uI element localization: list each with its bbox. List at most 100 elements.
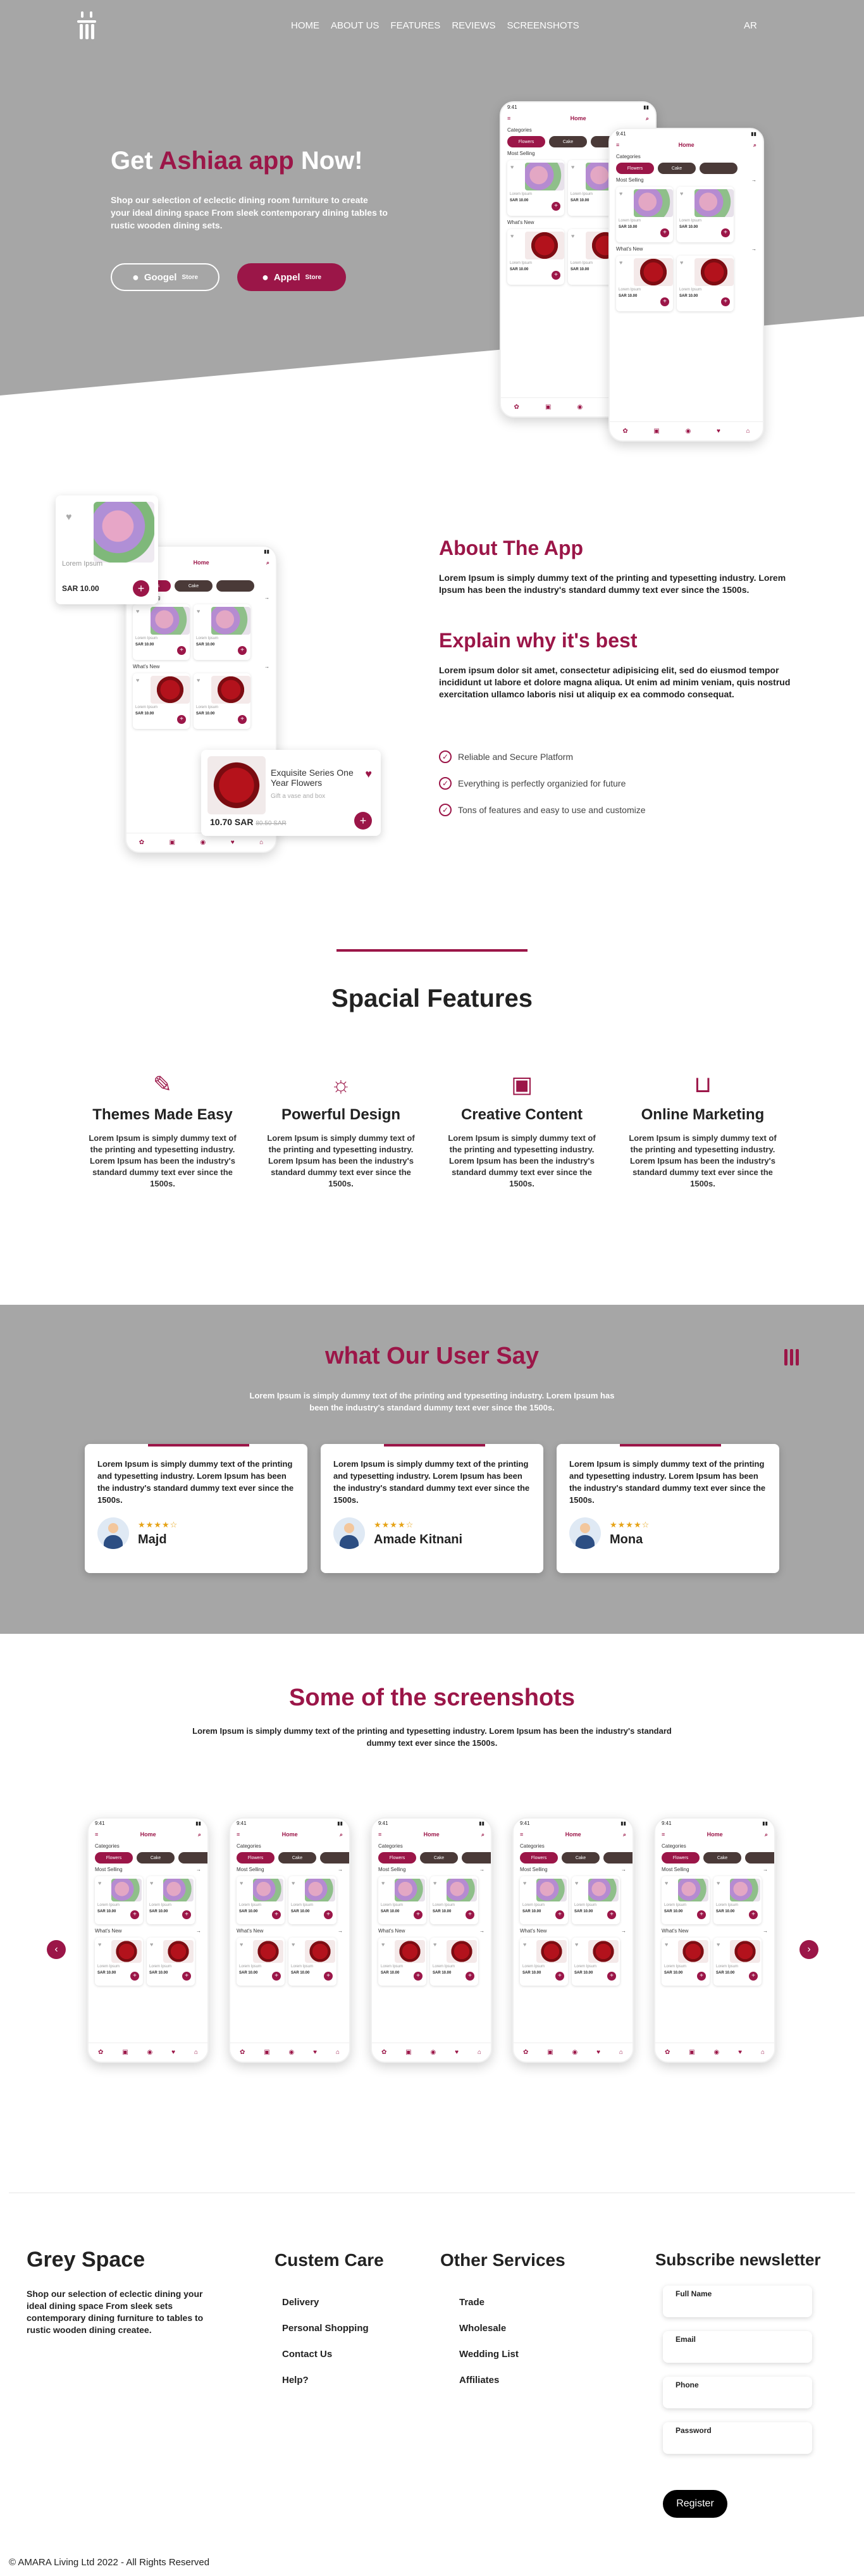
register-button[interactable]: Register	[663, 2490, 727, 2518]
add-icon: +	[552, 271, 560, 280]
card-title: Lorem Ipsum	[239, 1965, 262, 1969]
nav-features[interactable]: FEATURES	[390, 20, 440, 31]
link-wholesale[interactable]: Wholesale	[459, 2315, 519, 2341]
nav-reviews[interactable]: REVIEWS	[452, 20, 495, 31]
phone-most-selling: Most Selling	[662, 1867, 689, 1872]
field-label: Password	[676, 2426, 712, 2435]
add-icon: +	[697, 1972, 706, 1981]
language-toggle[interactable]: AR	[744, 20, 757, 31]
heart-icon: ♥	[571, 233, 575, 239]
phone-categories: Categories	[237, 1843, 261, 1849]
search-icon: ⌕	[197, 1831, 201, 1838]
email-field[interactable]: Email	[663, 2331, 812, 2363]
features-title: Spacial Features	[331, 985, 533, 1012]
phone-whats-new: What's New	[616, 246, 643, 252]
link-trade[interactable]: Trade	[459, 2289, 519, 2315]
add-icon[interactable]: +	[133, 580, 149, 597]
add-icon: +	[555, 1972, 564, 1981]
phone-header: Home	[423, 1831, 440, 1838]
heart-icon: ♥	[197, 677, 201, 683]
phone-most-selling: Most Selling	[507, 151, 535, 156]
add-icon: +	[721, 297, 730, 306]
nav-home[interactable]: HOME	[291, 20, 319, 31]
heart-icon: ♥	[575, 1941, 579, 1948]
avatar	[333, 1517, 365, 1549]
heart-icon: ♥	[98, 1880, 102, 1886]
feature-item: ✎ Themes Made Easy Lorem Ipsum is simply…	[83, 1069, 242, 1190]
pill-flowers: Flowers	[520, 1852, 558, 1864]
testimonials-subtitle: Lorem Ipsum is simply dummy text of the …	[249, 1391, 615, 1412]
search-icon: ⌕	[481, 1831, 484, 1838]
phone-whats-new: What's New	[507, 220, 534, 225]
link-affiliates[interactable]: Affiliates	[459, 2367, 519, 2393]
apple-store-button[interactable]: ● Appel Store	[237, 263, 346, 291]
link-personal-shopping[interactable]: Personal Shopping	[282, 2315, 369, 2341]
screenshot-phone: 9:41 ▮▮ ≡ Home ⌕ Categories Flowers Cake Mos…	[229, 1817, 350, 2063]
card-title: Lorem Ipsum	[664, 1903, 687, 1907]
product-card: ♥Lorem IpsumSAR 10.00+	[713, 1938, 762, 1986]
screenshot-phone: 9:41 ▮▮ ≡ Home ⌕ Categories Flowers Cake Mos…	[371, 1817, 492, 2063]
product-card: ♥Lorem IpsumSAR 10.00+	[662, 1938, 710, 1986]
nav-screenshots[interactable]: SCREENSHOTS	[507, 20, 579, 31]
full-name-field[interactable]: Full Name	[663, 2286, 812, 2317]
avatar	[97, 1517, 129, 1549]
detail-card-old-price: 80.50 SAR	[256, 820, 287, 827]
phone-time: 9:41	[616, 131, 626, 137]
heart-icon: ♥	[665, 1880, 669, 1886]
feature-title: Powerful Design	[281, 1106, 401, 1123]
heart-icon: ♥	[136, 677, 140, 683]
product-card: ♥Lorem IpsumSAR 10.00+	[288, 1876, 336, 1924]
link-contact-us[interactable]: Contact Us	[282, 2341, 369, 2367]
heart-icon: ♥	[98, 1941, 102, 1948]
add-icon: +	[182, 1910, 191, 1919]
frame-icon: ▣	[510, 1071, 533, 1097]
screenshot-phone: 9:41 ▮▮ ≡ Home ⌕ Categories Flowers Cake Mos…	[654, 1817, 775, 2063]
heart-icon: ♥	[680, 190, 684, 197]
product-card: ♥Lorem IpsumSAR 10.00+	[713, 1876, 762, 1924]
password-field[interactable]: Password	[663, 2422, 812, 2454]
heart-icon: ♥	[665, 1941, 669, 1948]
feature-item: ☼ Powerful Design Lorem Ipsum is simply …	[262, 1069, 420, 1190]
link-help[interactable]: Help?	[282, 2367, 369, 2393]
add-icon: +	[414, 1972, 423, 1981]
logo-icon[interactable]	[77, 11, 96, 40]
pill-cake: Cake	[137, 1852, 175, 1864]
carousel-next-button[interactable]: ›	[799, 1940, 818, 1959]
home-tab-icon: ✿	[522, 2049, 529, 2056]
apple-icon: ●	[261, 270, 269, 283]
phone-categories: Categories	[95, 1843, 120, 1849]
product-card: ♥Lorem IpsumSAR 10.00+	[378, 1876, 426, 1924]
hero-title-pre: Get	[111, 147, 159, 175]
heart-icon: ♥	[717, 1880, 720, 1886]
product-card: ♥Lorem IpsumSAR 10.00+	[95, 1876, 143, 1924]
product-card: ♥Lorem IpsumSAR 10.00+	[147, 1938, 195, 1986]
google-store-button[interactable]: ● Googel Store	[111, 263, 219, 291]
add-icon[interactable]: +	[354, 812, 372, 830]
add-icon: +	[324, 1972, 333, 1981]
product-card: ♥Lorem IpsumSAR 10.00+	[616, 187, 673, 242]
card-title: Lorem Ipsum	[522, 1965, 545, 1969]
product-card: ♥Lorem IpsumSAR 10.00+	[430, 1876, 478, 1924]
product-card: ♥Lorem IpsumSAR 10.00+	[507, 160, 564, 216]
phone-field[interactable]: Phone	[663, 2377, 812, 2408]
product-card: ♥Lorem IpsumSAR 10.00+	[237, 1938, 285, 1986]
link-delivery[interactable]: Delivery	[282, 2289, 369, 2315]
check-icon: ✓	[439, 777, 452, 790]
footer-description: Shop our selection of eclectic dining yo…	[27, 2289, 204, 2335]
field-label: Phone	[676, 2380, 699, 2389]
link-wedding-list[interactable]: Wedding List	[459, 2341, 519, 2367]
heart-icon: ♥	[433, 1880, 437, 1886]
heart-icon[interactable]: ♥	[365, 768, 372, 781]
heart-icon: ♥	[575, 1880, 579, 1886]
card-title: Lorem Ipsum	[97, 1903, 120, 1907]
card-title: Lorem Ipsum	[149, 1903, 172, 1907]
detail-card-subtitle: Gift a vase and box	[271, 793, 326, 800]
product-card: ♥Lorem IpsumSAR 10.00+	[133, 604, 190, 660]
feature-title: Themes Made Easy	[92, 1106, 233, 1123]
feature-text: Lorem Ipsum is simply dummy text of the …	[629, 1133, 777, 1188]
nav-about[interactable]: ABOUT US	[331, 20, 379, 31]
carousel-prev-button[interactable]: ‹	[47, 1940, 66, 1959]
feature-item: ▣ Creative Content Lorem Ipsum is simply…	[443, 1069, 601, 1190]
hero-title: Get Ashiaa app Now!	[111, 147, 363, 175]
menu-icon: ≡	[237, 1831, 240, 1838]
